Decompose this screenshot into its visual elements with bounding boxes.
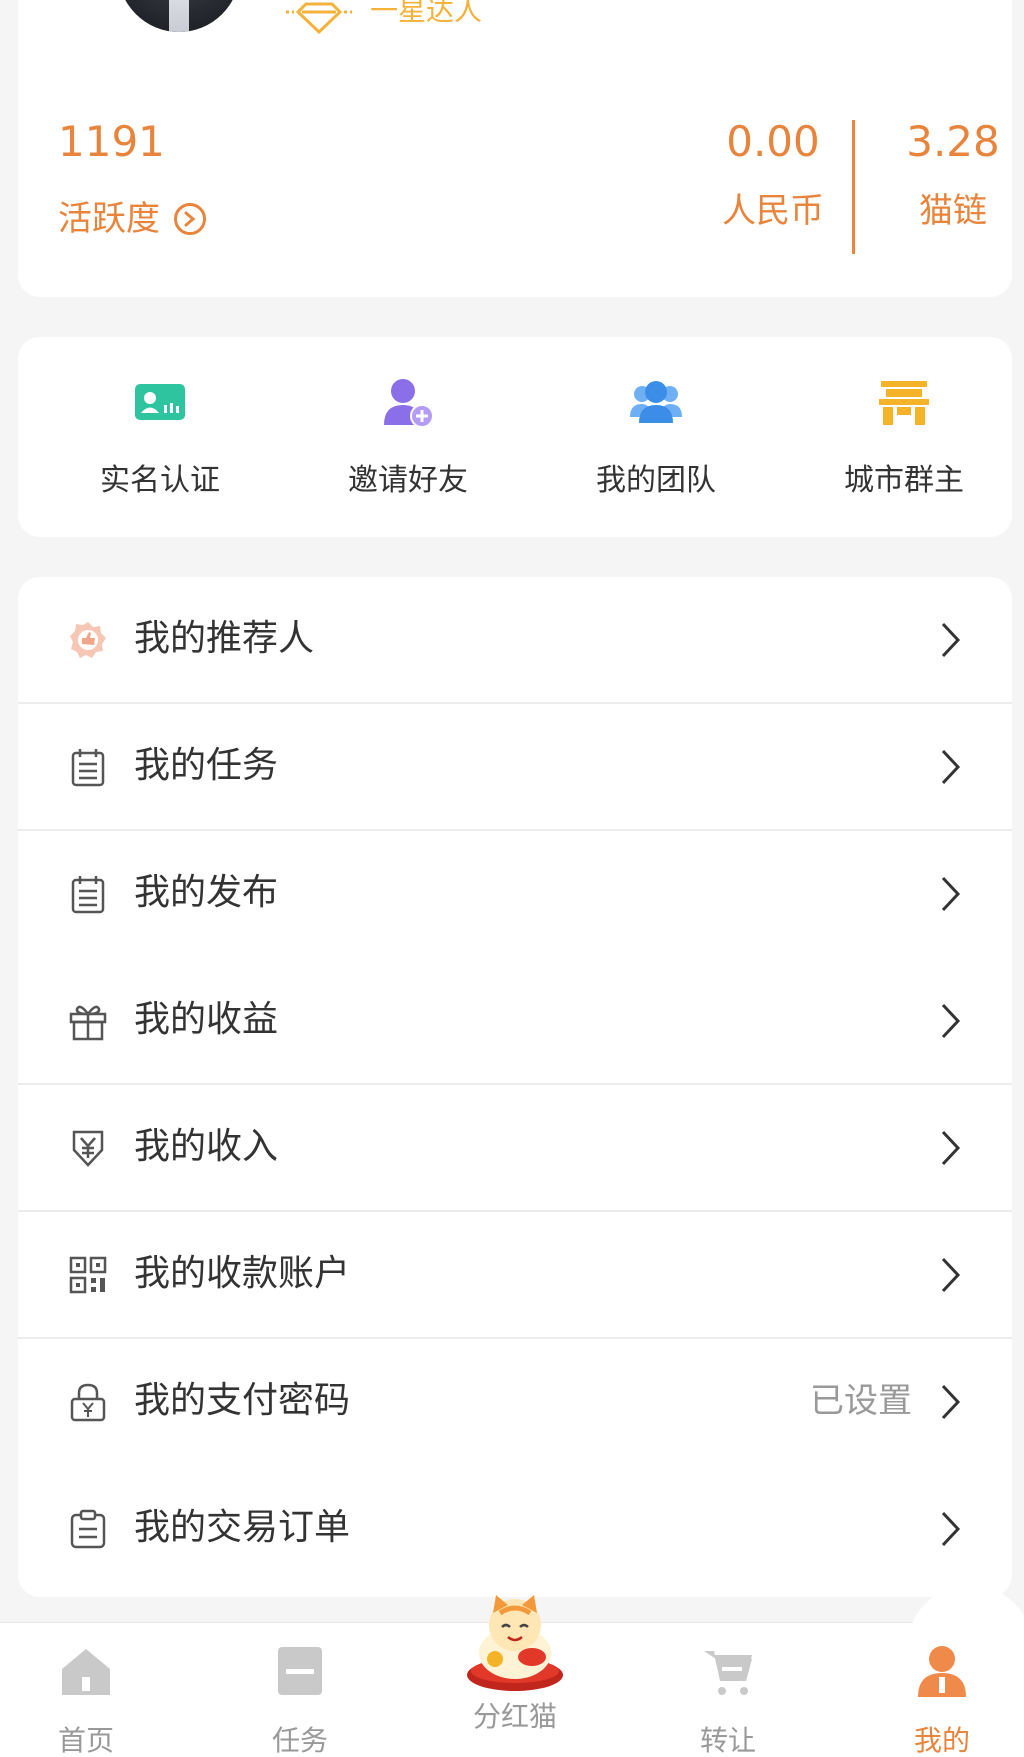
chevron-circle-icon (174, 203, 206, 235)
nav-tasks[interactable]: 任务 (240, 1623, 360, 1757)
menu-list: 我的推荐人 我的任务 我的发布 我的收益 我的收入 我的收款账户 我的支付密码 … (18, 577, 1012, 1597)
menu-item-label: 我的推荐人 (134, 618, 315, 659)
nav-home[interactable]: 首页 (26, 1623, 146, 1757)
clipboard-icon (71, 749, 105, 787)
cart-icon (704, 1651, 752, 1695)
team-icon (630, 381, 682, 423)
activity-value: 1191 (58, 117, 165, 166)
maolian-label: 猫链 (919, 191, 987, 231)
activity-label: 活跃度 (58, 199, 160, 239)
nav-lucky-cat[interactable]: 分红猫 (455, 1585, 1024, 1733)
menu-item-income[interactable]: 我的收入 (18, 1085, 1012, 1212)
bottom-navigation: 首页 任务 分红猫 转让 我的 (0, 1585, 1024, 1757)
stat-divider (852, 120, 855, 254)
maolian-value: 3.28 (906, 117, 1000, 166)
chevron-right-icon (941, 876, 961, 912)
order-icon (70, 1509, 106, 1549)
nav-mine[interactable]: 我的 (882, 1623, 1002, 1757)
menu-item-referrer[interactable]: 我的推荐人 (18, 577, 1012, 704)
task-icon (278, 1647, 322, 1695)
menu-item-label: 我的支付密码 (134, 1380, 351, 1421)
nav-label: 我的 (913, 1724, 970, 1757)
maolian-balance[interactable]: 3.28 猫链 (878, 118, 1024, 232)
rmb-label: 人民币 (722, 191, 824, 231)
avatar[interactable] (118, 0, 240, 32)
menu-item-label: 我的发布 (134, 872, 279, 913)
quick-label: 城市群主 (844, 463, 964, 498)
menu-item-label: 我的任务 (134, 745, 279, 786)
chevron-right-icon (941, 1257, 961, 1293)
yen-shield-icon (72, 1130, 104, 1167)
menu-item-label: 我的收款账户 (134, 1253, 351, 1294)
quick-invite[interactable]: 邀请好友 (298, 375, 518, 499)
menu-item-label: 我的交易订单 (134, 1507, 351, 1548)
nav-label: 转让 (699, 1724, 756, 1757)
nav-label: 首页 (57, 1724, 114, 1757)
chevron-right-icon (941, 1511, 961, 1547)
profile-card: 一星达人 1191 活跃度 0.00 人民币 3.28 猫链 (18, 0, 1012, 297)
quick-team[interactable]: 我的团队 (546, 375, 766, 499)
chevron-right-icon (941, 749, 961, 785)
activity-link[interactable]: 活跃度 (58, 198, 206, 240)
quick-label: 实名认证 (100, 463, 220, 498)
medal-icon (70, 622, 106, 658)
menu-item-earnings[interactable]: 我的收益 (18, 958, 1012, 1085)
menu-item-payment-account[interactable]: 我的收款账户 (18, 1212, 1012, 1339)
lucky-cat-icon (467, 1595, 563, 1691)
rmb-value: 0.00 (726, 117, 820, 166)
gift-icon (69, 1005, 107, 1041)
profile-icon (918, 1646, 966, 1697)
chevron-right-icon (941, 622, 961, 658)
menu-item-tasks[interactable]: 我的任务 (18, 704, 1012, 831)
chevron-right-icon (941, 1384, 961, 1420)
nav-label: 分红猫 (472, 1700, 557, 1733)
diamond-badge-icon (286, 2, 352, 34)
menu-item-published[interactable]: 我的发布 (18, 831, 1012, 958)
chevron-right-icon (941, 1130, 961, 1166)
home-icon (62, 1649, 110, 1695)
nav-label: 任务 (271, 1724, 328, 1757)
chevron-right-icon (941, 1003, 961, 1039)
id-card-icon (135, 384, 185, 420)
quick-real-name[interactable]: 实名认证 (50, 375, 270, 499)
quick-label: 邀请好友 (348, 463, 468, 498)
menu-item-label: 我的收入 (134, 1126, 279, 1167)
menu-item-label: 我的收益 (134, 999, 279, 1040)
nav-transfer[interactable]: 转让 (668, 1623, 788, 1757)
level-title: 一星达人 (370, 0, 483, 27)
lock-icon (70, 1383, 106, 1422)
menu-item-trade-orders[interactable]: 我的交易订单 (18, 1466, 1012, 1593)
clipboard-icon (71, 876, 105, 914)
qr-code-icon (69, 1256, 107, 1294)
quick-actions-card: 实名认证 邀请好友 我的团队 城市群主 (18, 337, 1012, 537)
quick-label: 我的团队 (596, 463, 716, 498)
add-user-icon (384, 379, 434, 428)
rmb-balance[interactable]: 0.00 人民币 (698, 118, 848, 232)
password-status: 已设置 (810, 1381, 912, 1421)
menu-item-pay-password[interactable]: 我的支付密码 已设置 (18, 1339, 1012, 1466)
quick-city[interactable]: 城市群主 (794, 375, 1014, 499)
city-gate-icon (879, 381, 929, 425)
